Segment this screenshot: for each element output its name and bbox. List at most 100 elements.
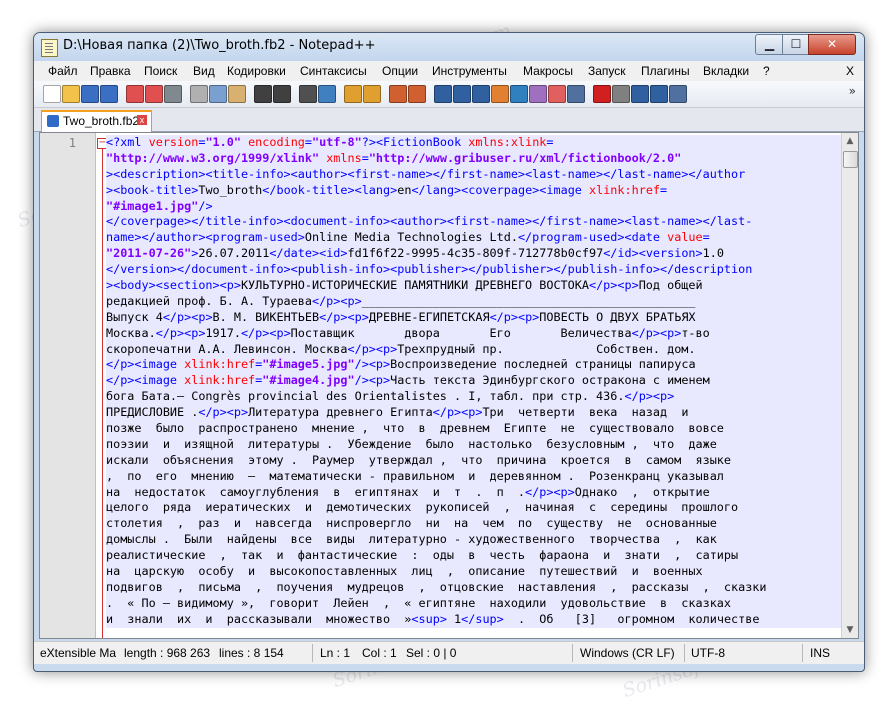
code-line[interactable]: бога Бата.— Congrès provincial des Orien…	[106, 389, 846, 405]
menu-run[interactable]: Запуск	[588, 64, 626, 78]
code-line[interactable]: "2011-07-26">26.07.2011</date><id>fd1f6f…	[106, 246, 846, 262]
status-sel: Sel : 0 | 0	[406, 646, 457, 660]
code-text[interactable]: <?xml version="1.0" encoding="utf-8"?><F…	[106, 135, 846, 628]
paste-icon[interactable]	[228, 85, 246, 103]
code-line[interactable]: ПРЕДИСЛОВИЕ .</p><p>Литература древнего …	[106, 405, 846, 421]
code-line[interactable]: name></author><program-used>Online Media…	[106, 230, 846, 246]
scroll-down-icon[interactable]: ▼	[842, 622, 858, 638]
editor-area[interactable]: 1 − <?xml version="1.0" encoding="utf-8"…	[39, 132, 859, 639]
code-line[interactable]: </version></document-info><publish-info>…	[106, 262, 846, 278]
indent-guide-icon[interactable]	[472, 85, 490, 103]
code-token-txt: В. М. ВИКЕНТЬЕВ	[212, 309, 320, 324]
code-line[interactable]: целого ряда иератических и демотических …	[106, 500, 846, 516]
print-icon[interactable]	[164, 85, 182, 103]
maximize-button[interactable]: ☐	[782, 34, 810, 55]
menu-close-doc-button[interactable]: X	[846, 64, 854, 78]
folder-icon[interactable]	[548, 85, 566, 103]
code-line[interactable]: ><book-title>Two_broth</book-title><lang…	[106, 183, 846, 199]
doc-map-icon[interactable]	[510, 85, 528, 103]
menu-encoding[interactable]: Кодировки	[227, 64, 286, 78]
code-line[interactable]: домыслы . Были найдены все виды литерату…	[106, 532, 846, 548]
minimize-button[interactable]: ▁	[755, 34, 784, 55]
menu-options[interactable]: Опции	[382, 64, 418, 78]
menu-help[interactable]: ?	[763, 64, 770, 78]
copy-icon[interactable]	[209, 85, 227, 103]
menu-file[interactable]: Файл	[48, 64, 78, 78]
fold-line	[102, 149, 103, 638]
open-file-icon[interactable]	[62, 85, 80, 103]
new-file-icon[interactable]	[43, 85, 61, 103]
play-multi-icon[interactable]	[650, 85, 668, 103]
code-token-tag: <sup>	[411, 611, 447, 626]
code-line[interactable]: редакцией проф. Б. А. Тураева</p><p>____…	[106, 294, 846, 310]
code-line[interactable]: на царскую особу и высокопоставленных ли…	[106, 564, 846, 580]
user-lang-icon[interactable]	[491, 85, 509, 103]
monitor-icon[interactable]	[567, 85, 585, 103]
menu-macros[interactable]: Макросы	[523, 64, 573, 78]
code-token-attr: xlink:href	[589, 182, 661, 197]
code-line[interactable]: <?xml version="1.0" encoding="utf-8"?><F…	[106, 135, 846, 151]
code-line[interactable]: Выпуск 4</p><p>В. М. ВИКЕНТЬЕВ</p><p>ДРЕ…	[106, 310, 846, 326]
code-line[interactable]: Москва.</p><p>1917.</p><p>Поставщик двор…	[106, 326, 846, 342]
menu-search[interactable]: Поиск	[144, 64, 177, 78]
sync-v-icon[interactable]	[389, 85, 407, 103]
code-line[interactable]: скоропечатни А.А. Левинсон. Москва</p><p…	[106, 342, 846, 358]
replace-icon[interactable]	[318, 85, 336, 103]
find-icon[interactable]	[299, 85, 317, 103]
status-file-type: eXtensible Ma	[40, 646, 117, 660]
code-line[interactable]: </p><image xlink:href="#image4.jpg"/><p>…	[106, 373, 846, 389]
code-line[interactable]: </coverpage></title-info><document-info>…	[106, 214, 846, 230]
zoom-out-icon[interactable]	[363, 85, 381, 103]
code-line[interactable]: искали объяснения этому . Раумер утвержд…	[106, 453, 846, 469]
code-token-tag: </p><p>	[162, 309, 213, 324]
vertical-scrollbar[interactable]: ▲ ▼	[841, 133, 858, 638]
menu-plugins[interactable]: Плагины	[641, 64, 690, 78]
cut-icon[interactable]	[190, 85, 208, 103]
close-icon[interactable]	[126, 85, 144, 103]
word-wrap-icon[interactable]	[434, 85, 452, 103]
play-icon[interactable]	[631, 85, 649, 103]
close-window-button[interactable]: ✕	[808, 34, 856, 55]
record-icon[interactable]	[593, 85, 611, 103]
code-line[interactable]: </p><image xlink:href="#image5.jpg"/><p>…	[106, 357, 846, 373]
sync-h-icon[interactable]	[408, 85, 426, 103]
close-all-icon[interactable]	[145, 85, 163, 103]
code-token-txt: домыслы . Были найдены все виды литерату…	[106, 532, 717, 547]
scroll-thumb[interactable]	[843, 151, 858, 168]
code-token-tag: </p><image	[106, 357, 185, 372]
stop-icon[interactable]	[612, 85, 630, 103]
tab-two-broth[interactable]: Two_broth.fb2 x	[41, 110, 152, 132]
redo-icon[interactable]	[273, 85, 291, 103]
toolbar-overflow-button[interactable]: »	[849, 84, 856, 98]
code-token-tag: ?><FictionBook	[361, 135, 469, 149]
function-list-icon[interactable]	[529, 85, 547, 103]
menu-tools[interactable]: Инструменты	[432, 64, 507, 78]
code-line[interactable]: "#image1.jpg"/>	[106, 199, 846, 215]
save-icon[interactable]	[81, 85, 99, 103]
scroll-up-icon[interactable]: ▲	[842, 133, 858, 149]
menu-syntax[interactable]: Синтаксисы	[300, 64, 367, 78]
code-line[interactable]: , по его мнению — математически - правил…	[106, 469, 846, 485]
title-bar[interactable]: D:\Новая папка (2)\Two_broth.fb2 - Notep…	[34, 33, 864, 61]
menu-tabs[interactable]: Вкладки	[703, 64, 749, 78]
code-line[interactable]: "http://www.w3.org/1999/xlink" xmlns="ht…	[106, 151, 846, 167]
save-all-icon[interactable]	[100, 85, 118, 103]
undo-icon[interactable]	[254, 85, 272, 103]
code-line[interactable]: ><body><section><p>КУЛЬТУРНО-ИСТОРИЧЕСКИ…	[106, 278, 846, 294]
code-line[interactable]: подвигов , письма , поучения мудрецов , …	[106, 580, 846, 596]
code-line[interactable]: поэзии и изящной литературы . Убеждение …	[106, 437, 846, 453]
code-line[interactable]: позже было распространено мнение , что в…	[106, 421, 846, 437]
code-token-tag: ><body><section><p>	[106, 278, 241, 293]
code-line[interactable]: . « По – видимому », говорит Лейен , « е…	[106, 596, 846, 612]
zoom-in-icon[interactable]	[344, 85, 362, 103]
menu-edit[interactable]: Правка	[90, 64, 131, 78]
code-line[interactable]: столетия , раз и навсегда ниспровергло н…	[106, 516, 846, 532]
menu-view[interactable]: Вид	[193, 64, 215, 78]
code-line[interactable]: реалистические , так и фантастические : …	[106, 548, 846, 564]
tab-close-icon[interactable]: x	[137, 115, 147, 125]
code-line[interactable]: ><description><title-info><author><first…	[106, 167, 846, 183]
code-line[interactable]: и знали их и рассказывали множество »<su…	[106, 612, 846, 628]
show-all-chars-icon[interactable]	[453, 85, 471, 103]
save-macro-icon[interactable]	[669, 85, 687, 103]
code-line[interactable]: на недостаток самоуглубления в египтянах…	[106, 485, 846, 501]
